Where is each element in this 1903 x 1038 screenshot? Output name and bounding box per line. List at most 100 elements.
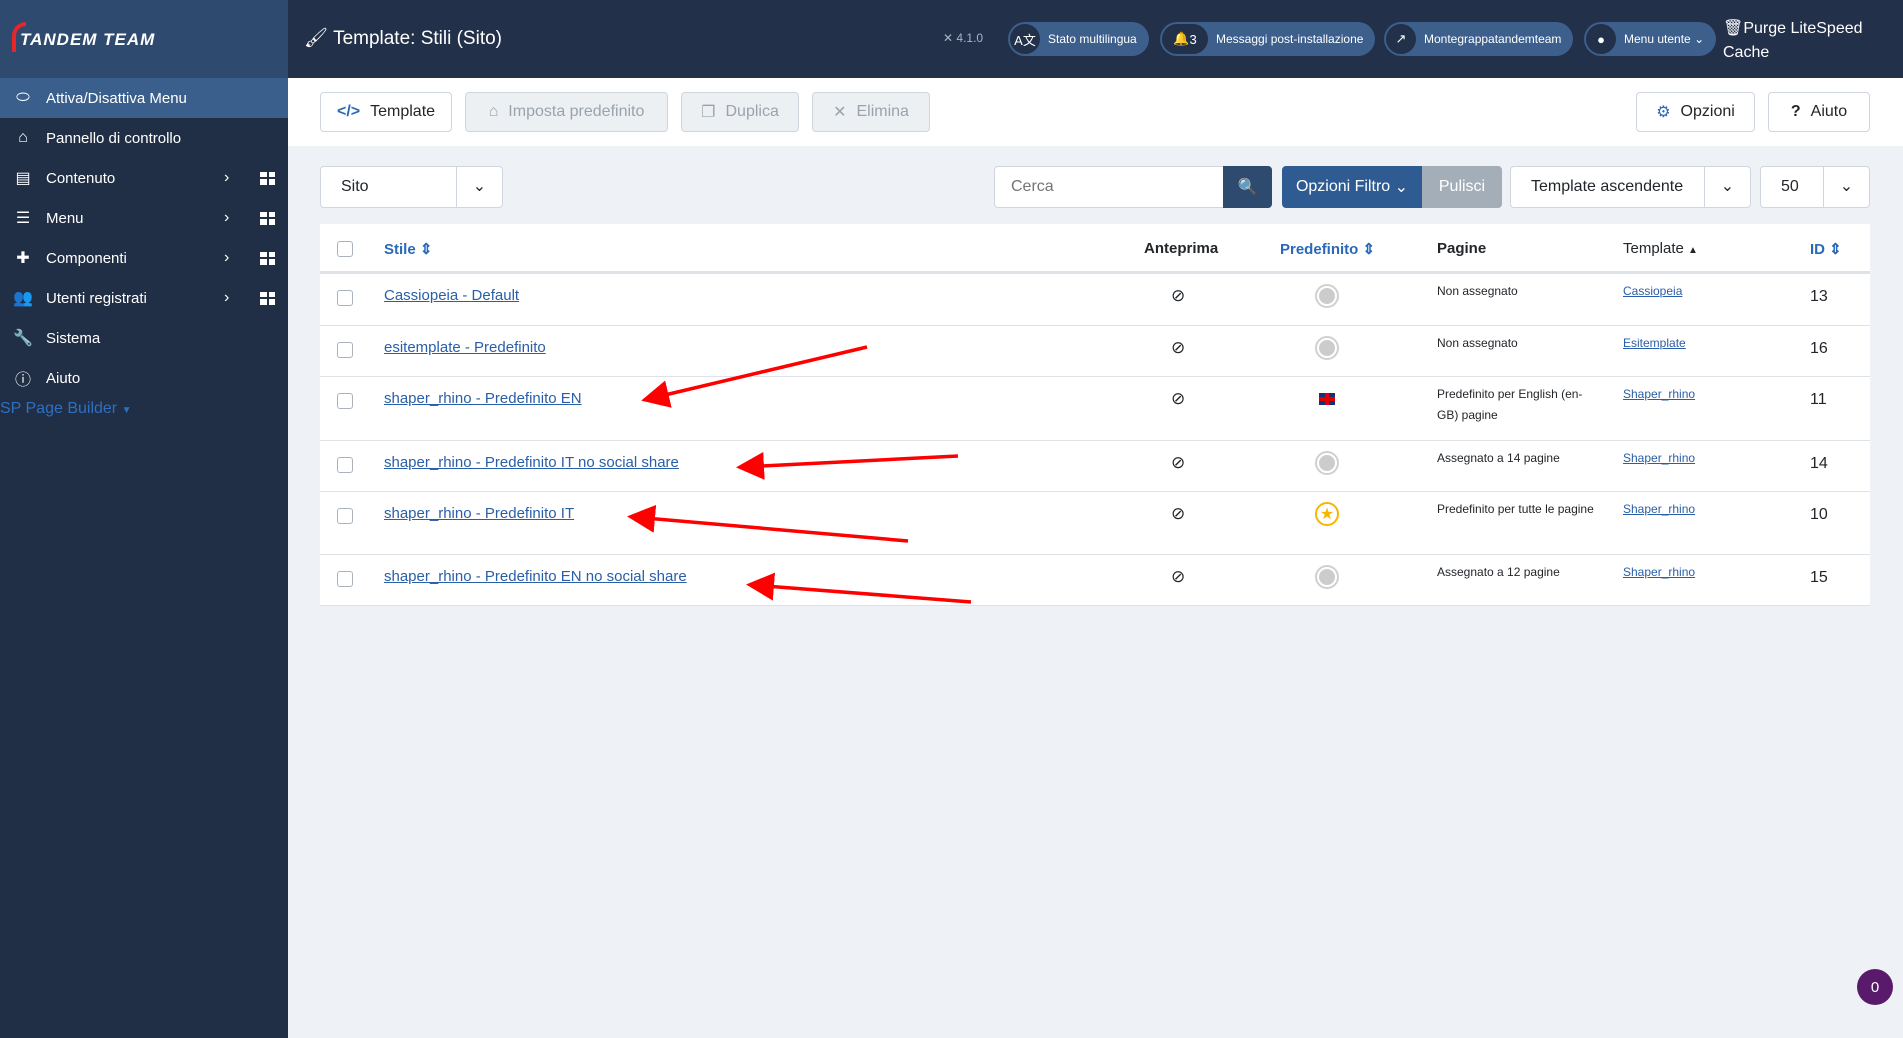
row-checkbox[interactable] [337,457,353,473]
style-link[interactable]: shaper_rhino - Predefinito EN [384,390,582,407]
sidebar-item-components[interactable]: ✚ Componenti › [0,238,288,278]
set-default-radio[interactable] [1315,451,1339,475]
template-link[interactable]: Esitemplate [1623,333,1686,354]
help-button[interactable]: ? Aiuto [1768,92,1870,132]
toggle-icon: ⬭ [16,89,30,106]
filter-options-button[interactable]: Opzioni Filtro ⌄ [1282,166,1422,208]
set-default-radio[interactable] [1315,336,1339,360]
sort-icon: ⇕ [1362,241,1376,258]
sidebar-item-dashboard[interactable]: ⌂ Pannello di controllo [0,118,288,158]
pages-header: Pagine [1437,240,1487,257]
sidebar-item-label: Contenuto [46,169,116,187]
flag-gb-icon [1319,393,1335,405]
gear-icon: ⚙ [1656,104,1671,121]
question-icon: ? [1790,103,1801,120]
dashboard-grid-icon[interactable] [260,171,275,185]
sidebar-item-label: Componenti [46,249,127,267]
options-button[interactable]: ⚙ Opzioni [1636,92,1755,132]
template-link[interactable]: Shaper_rhino [1623,448,1695,469]
sidebar-item-content[interactable]: ▤ Contenuto › [0,158,288,198]
set-default-button[interactable]: ⌂ Imposta predefinito [465,92,668,132]
sp-page-builder-link[interactable]: SP Page Builder ▼ [0,400,131,418]
clear-label: Pulisci [1438,178,1486,195]
search-icon: 🔍 [1237,179,1258,196]
pages-text: Assegnato a 14 pagine [1437,451,1560,465]
sidebar-item-label: Utenti registrati [46,289,147,307]
search-input[interactable] [994,166,1224,208]
brush-icon: 🖌 [304,28,329,49]
post-install-messages-button[interactable]: 🔔 3 Messaggi post-installazione [1160,22,1376,56]
style-link[interactable]: esitemplate - Predefinito [384,339,546,356]
preview-disabled-icon: ⊘ [1171,338,1186,357]
row-checkbox[interactable] [337,393,353,409]
template-label: Template [370,103,436,120]
sort-id-header[interactable]: ID ⇕ [1810,240,1842,258]
client-select[interactable]: Sito ⌄ [320,166,503,208]
default-cell [1315,451,1339,475]
delete-button[interactable]: ✕ Elimina [812,92,930,132]
id-text: 11 [1810,391,1827,408]
chevron-right-icon[interactable]: › [224,169,229,187]
sort-style-header[interactable]: Stile ⇕ [384,240,432,258]
style-link[interactable]: shaper_rhino - Predefinito IT no social … [384,454,679,471]
limit-select[interactable]: 50 ⌄ [1760,166,1870,208]
dashboard-grid-icon[interactable] [260,211,275,225]
chevron-right-icon[interactable]: › [224,249,229,267]
purge-cache-button[interactable]: 🗑Purge LiteSpeed Cache [1723,17,1873,65]
sidebar-item-users[interactable]: 👥 Utenti registrati › [0,278,288,318]
toolbar: </> Template ⌂ Imposta predefinito ❐ Duplic… [288,78,1903,146]
select-all-checkbox[interactable] [337,241,353,257]
template-link[interactable]: Shaper_rhino [1623,384,1695,405]
sidebar-item-label: Menu [46,209,84,227]
chevron-down-icon: ⌄ [1823,167,1869,207]
external-link-icon: ↗ [1386,24,1416,54]
set-default-radio[interactable] [1315,284,1339,308]
multilang-status-button[interactable]: A文 Stato multilingua [1008,22,1149,56]
chevron-right-icon[interactable]: › [224,289,229,307]
logo[interactable]: TANDEM TEAM [0,0,288,78]
id-text: 13 [1810,288,1828,305]
search-button[interactable]: 🔍 [1223,166,1272,208]
dashboard-grid-icon[interactable] [260,291,275,305]
sidebar-item-toggle-menu[interactable]: ⬭ Attiva/Disattiva Menu [0,78,288,118]
template-link[interactable]: Shaper_rhino [1623,562,1695,583]
style-link[interactable]: shaper_rhino - Predefinito IT [384,505,574,522]
row-checkbox[interactable] [337,571,353,587]
pages-text: Assegnato a 12 pagine [1437,565,1560,579]
row-checkbox[interactable] [337,342,353,358]
sort-default-header[interactable]: Predefinito ⇕ [1280,240,1375,258]
default-cell [1315,387,1339,415]
sort-icon: ⇕ [1829,241,1842,258]
style-link[interactable]: shaper_rhino - Predefinito EN no social … [384,568,687,585]
template-button[interactable]: </> Template [320,92,452,132]
row-checkbox[interactable] [337,290,353,306]
chevron-right-icon[interactable]: › [224,209,229,227]
sidebar-item-system[interactable]: 🔧 Sistema [0,318,288,358]
notification-badge[interactable]: 0 [1857,969,1893,1005]
users-icon: 👥 [13,290,33,307]
sidebar-item-help[interactable]: ⓘ Aiuto [0,358,288,398]
set-default-label: Imposta predefinito [508,103,645,120]
table-row: shaper_rhino - Predefinito EN no social … [320,555,1870,606]
caret-down-icon: ▼ [121,405,132,416]
sidebar-item-menu[interactable]: ☰ Menu › [0,198,288,238]
puzzle-icon: ✚ [16,250,30,267]
default-header-label: Predefinito [1280,241,1359,258]
dashboard-grid-icon[interactable] [260,251,275,265]
user-menu-button[interactable]: ● Menu utente ⌄ [1584,22,1717,56]
style-link[interactable]: Cassiopeia - Default [384,287,519,304]
close-icon: ✕ [833,104,847,121]
template-link[interactable]: Cassiopeia [1623,281,1682,302]
id-header-label: ID [1810,241,1825,258]
set-default-radio[interactable] [1315,565,1339,589]
duplicate-button[interactable]: ❐ Duplica [681,92,799,132]
sort-template-header[interactable]: Template ▲ [1623,240,1698,257]
sort-select[interactable]: Template ascendente ⌄ [1510,166,1751,208]
default-star-icon[interactable]: ★ [1315,502,1339,526]
id-text: 15 [1810,569,1828,586]
copy-icon: ❐ [701,104,716,121]
row-checkbox[interactable] [337,508,353,524]
site-link-button[interactable]: ↗ Montegrappatandemteam [1384,22,1574,56]
template-link[interactable]: Shaper_rhino [1623,499,1695,520]
clear-button[interactable]: Pulisci [1422,166,1502,208]
